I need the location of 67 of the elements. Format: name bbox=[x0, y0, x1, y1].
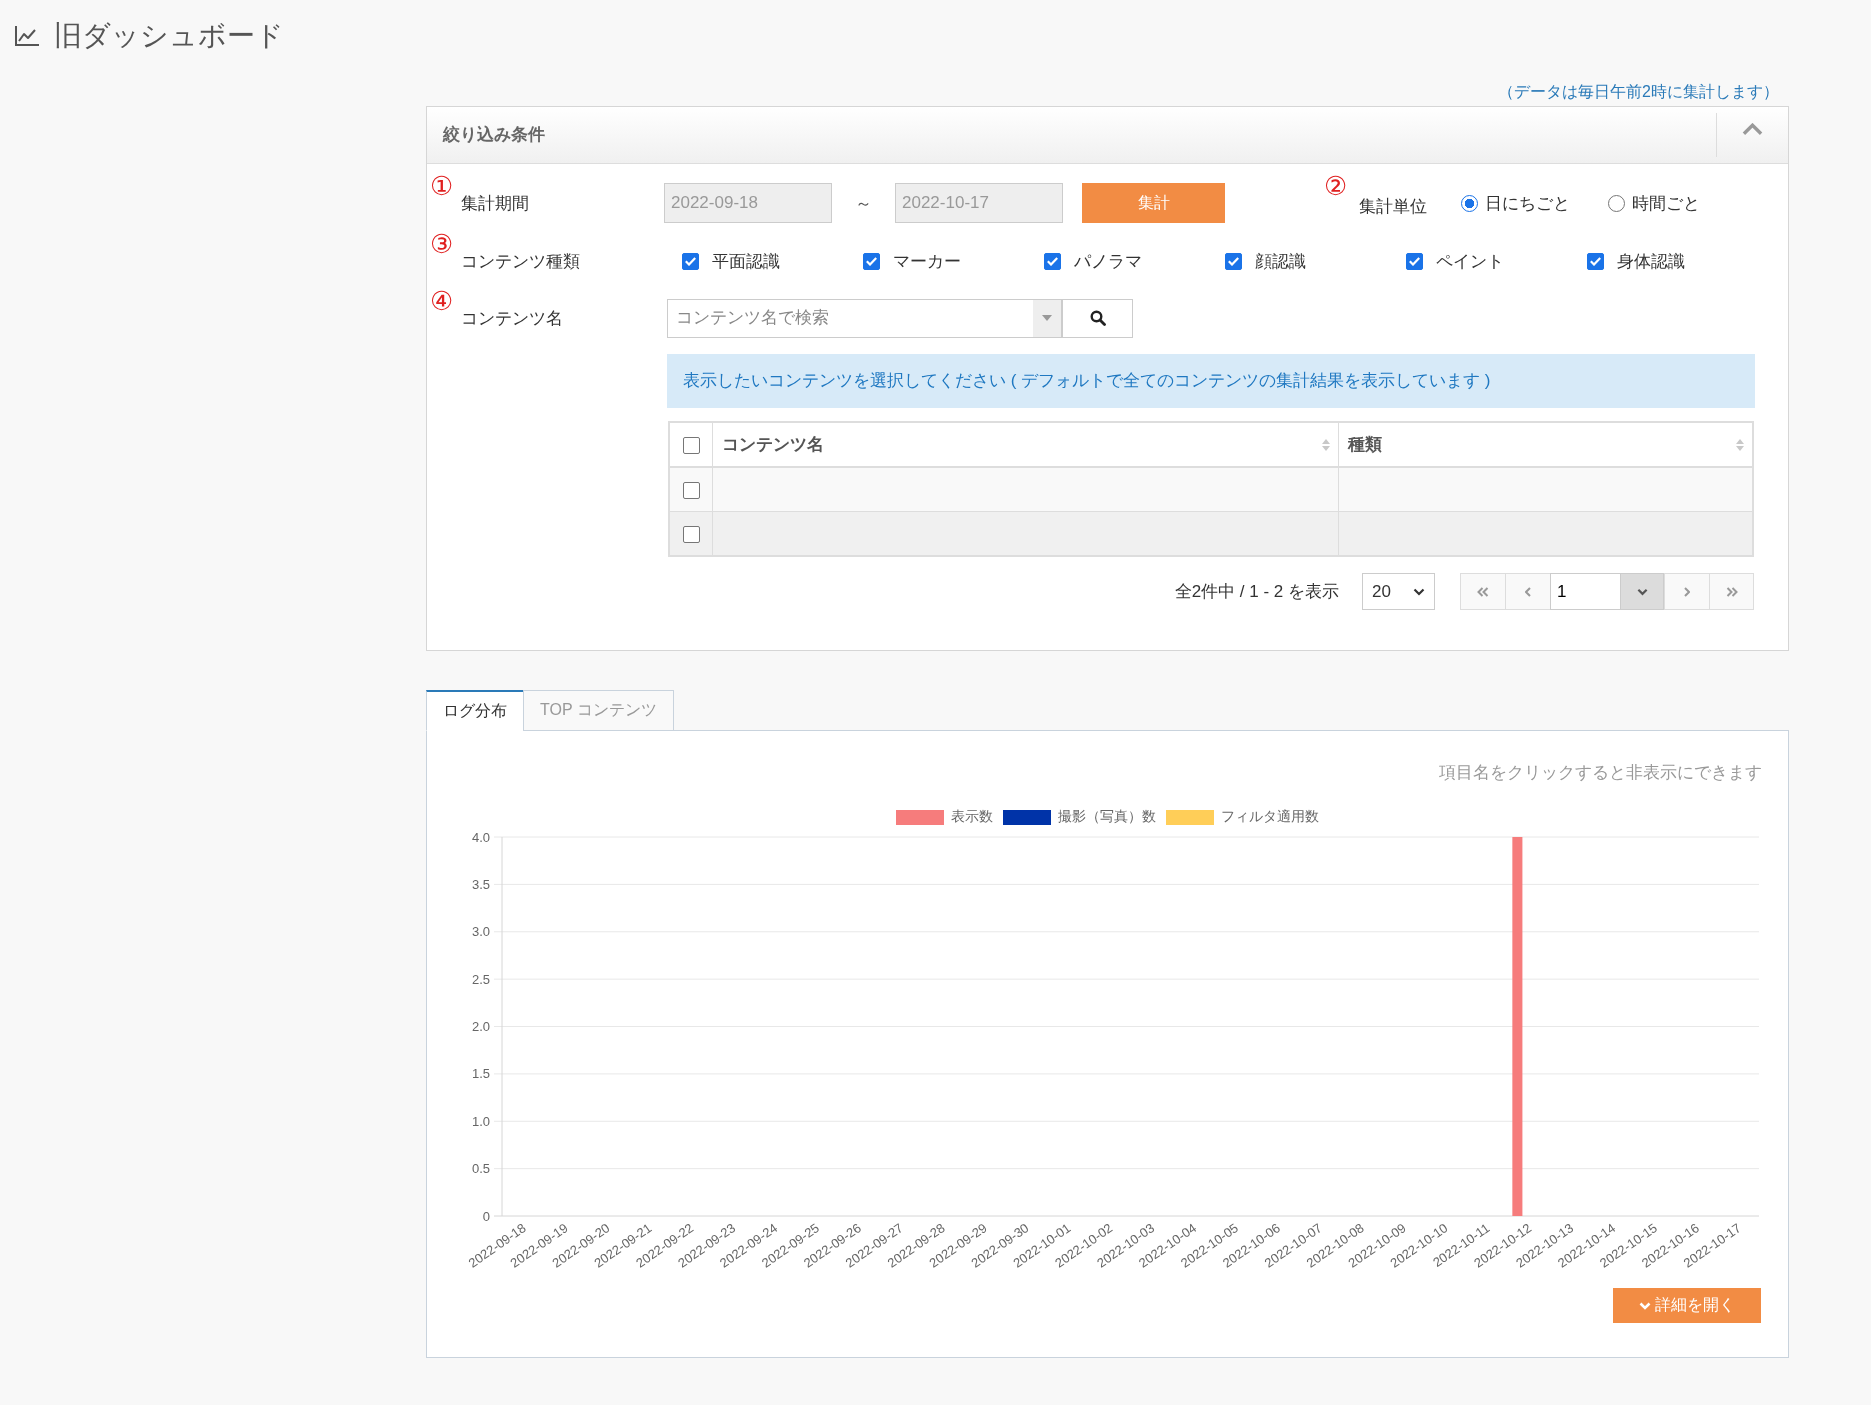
info-message: 表示したいコンテンツを選択してください ( デフォルトで全てのコンテンツの集計結果を表示しています ) bbox=[667, 354, 1755, 408]
step-number: ③ bbox=[430, 229, 454, 259]
option-label: 身体認識 bbox=[1617, 250, 1685, 273]
double-chevron-right-icon bbox=[1725, 586, 1738, 597]
step-number: ④ bbox=[430, 286, 454, 316]
y-axis-label: 4.0 bbox=[471, 829, 490, 845]
checkbox[interactable] bbox=[1044, 252, 1061, 270]
checkbox[interactable] bbox=[1225, 252, 1242, 270]
hint-text: 項目名をクリックすると非表示にできます bbox=[1439, 762, 1762, 784]
double-chevron-left-icon bbox=[1477, 586, 1489, 597]
search-icon bbox=[1089, 310, 1106, 326]
option-label: 顔認識 bbox=[1255, 250, 1306, 273]
tab[interactable]: ログ分布 bbox=[426, 690, 524, 731]
legend-item[interactable]: フィルタ適用数 bbox=[1166, 808, 1319, 826]
line-chart-icon bbox=[14, 25, 40, 47]
option-label: マーカー bbox=[893, 250, 961, 273]
radio-button[interactable] bbox=[1461, 194, 1479, 212]
option-label: 日にちごと bbox=[1485, 192, 1571, 215]
radio-button[interactable] bbox=[1608, 194, 1626, 212]
checkmark-icon bbox=[685, 256, 696, 266]
field-label: コンテンツ名 bbox=[461, 307, 564, 330]
y-axis-label: 1.5 bbox=[471, 1066, 490, 1082]
checkmark-icon bbox=[1047, 256, 1058, 266]
checkbox[interactable] bbox=[1406, 252, 1423, 270]
step-number: ② bbox=[1324, 171, 1348, 201]
y-axis-label: 2.0 bbox=[471, 1019, 490, 1034]
y-axis-label: 0 bbox=[482, 1208, 490, 1224]
legend-item[interactable]: 表示数 bbox=[896, 808, 993, 826]
option-label: パノラマ bbox=[1074, 250, 1142, 273]
checkmark-icon bbox=[866, 256, 877, 266]
chevron-left-icon bbox=[1525, 586, 1531, 597]
result-summary: 全2件中 / 1 - 2 を表示 bbox=[1174, 581, 1339, 603]
y-axis-label: 0.5 bbox=[471, 1161, 490, 1177]
checkbox[interactable] bbox=[682, 252, 699, 270]
page-size-select[interactable]: 20 bbox=[1362, 573, 1435, 610]
column-header: コンテンツ名 bbox=[722, 434, 824, 456]
y-axis-label: 3.0 bbox=[471, 924, 490, 940]
checkmark-icon bbox=[1409, 256, 1420, 266]
checkmark-icon bbox=[1590, 256, 1601, 266]
page-title: 旧ダッシュボード bbox=[54, 19, 284, 53]
panel-title: 絞り込み条件 bbox=[441, 124, 545, 146]
y-axis-label: 2.5 bbox=[471, 971, 490, 987]
step-number: ① bbox=[430, 171, 454, 201]
chevron-down-icon bbox=[1413, 587, 1425, 596]
checkbox[interactable] bbox=[682, 525, 700, 543]
y-axis-label: 3.5 bbox=[471, 876, 490, 892]
checkbox[interactable] bbox=[1587, 252, 1604, 270]
field-label: 集計期間 bbox=[461, 192, 530, 215]
checkbox[interactable] bbox=[682, 481, 700, 499]
legend-item[interactable]: 撮影（写真）数 bbox=[1003, 808, 1156, 826]
checkbox[interactable] bbox=[863, 252, 880, 270]
y-axis-label: 1.0 bbox=[471, 1113, 490, 1129]
chevron-down-icon bbox=[1639, 1301, 1651, 1310]
checkbox[interactable] bbox=[682, 436, 700, 454]
checkmark-icon bbox=[1228, 256, 1239, 266]
option-label: 平面認識 bbox=[712, 250, 780, 273]
column-header: 種類 bbox=[1348, 434, 1382, 456]
note-text: （データは毎日午前2時に集計します） bbox=[1498, 82, 1779, 102]
field-label: コンテンツ種類 bbox=[461, 250, 581, 273]
option-label: ペイント bbox=[1436, 250, 1504, 273]
chevron-right-icon bbox=[1684, 586, 1690, 597]
chevron-down-icon bbox=[1636, 587, 1648, 596]
range-separator: ～ bbox=[855, 192, 872, 215]
page-field[interactable]: 1 bbox=[1550, 573, 1621, 610]
field-label: 集計単位 bbox=[1359, 195, 1428, 218]
search-button[interactable] bbox=[1062, 298, 1133, 338]
option-label: 時間ごと bbox=[1632, 192, 1701, 215]
